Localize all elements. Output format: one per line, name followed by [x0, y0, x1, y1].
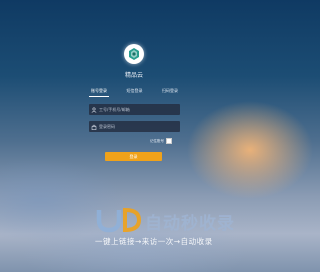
login-button[interactable]: 登录 — [105, 152, 162, 161]
watermark: 自动秒收录 一键上链接→来访一次→自动收录 — [95, 206, 255, 246]
login-tabs: 账号登录 短信登录 扫码登录 — [89, 87, 180, 97]
tab-qrcode-login[interactable]: 扫码登录 — [160, 88, 180, 96]
cloud-logo-icon — [129, 48, 139, 60]
password-field — [89, 121, 180, 132]
username-field — [89, 104, 180, 115]
watermark-title: 自动秒收录 — [145, 214, 235, 234]
remember-label: 记住账号 — [150, 138, 164, 143]
tab-account-login[interactable]: 账号登录 — [89, 88, 109, 97]
app-logo — [124, 44, 144, 64]
remember-checkbox[interactable] — [166, 138, 172, 144]
tab-sms-login[interactable]: 短信登录 — [125, 88, 145, 96]
password-input[interactable] — [99, 124, 177, 129]
app-name: 精品云 — [124, 72, 143, 79]
remember-account[interactable]: 记住账号 — [150, 137, 172, 145]
lock-icon — [89, 121, 99, 132]
watermark-subtitle: 一键上链接→来访一次→自动收录 — [95, 237, 213, 246]
username-input[interactable] — [99, 107, 177, 112]
user-icon — [89, 104, 99, 115]
ZDM-logo-icon — [96, 207, 142, 233]
